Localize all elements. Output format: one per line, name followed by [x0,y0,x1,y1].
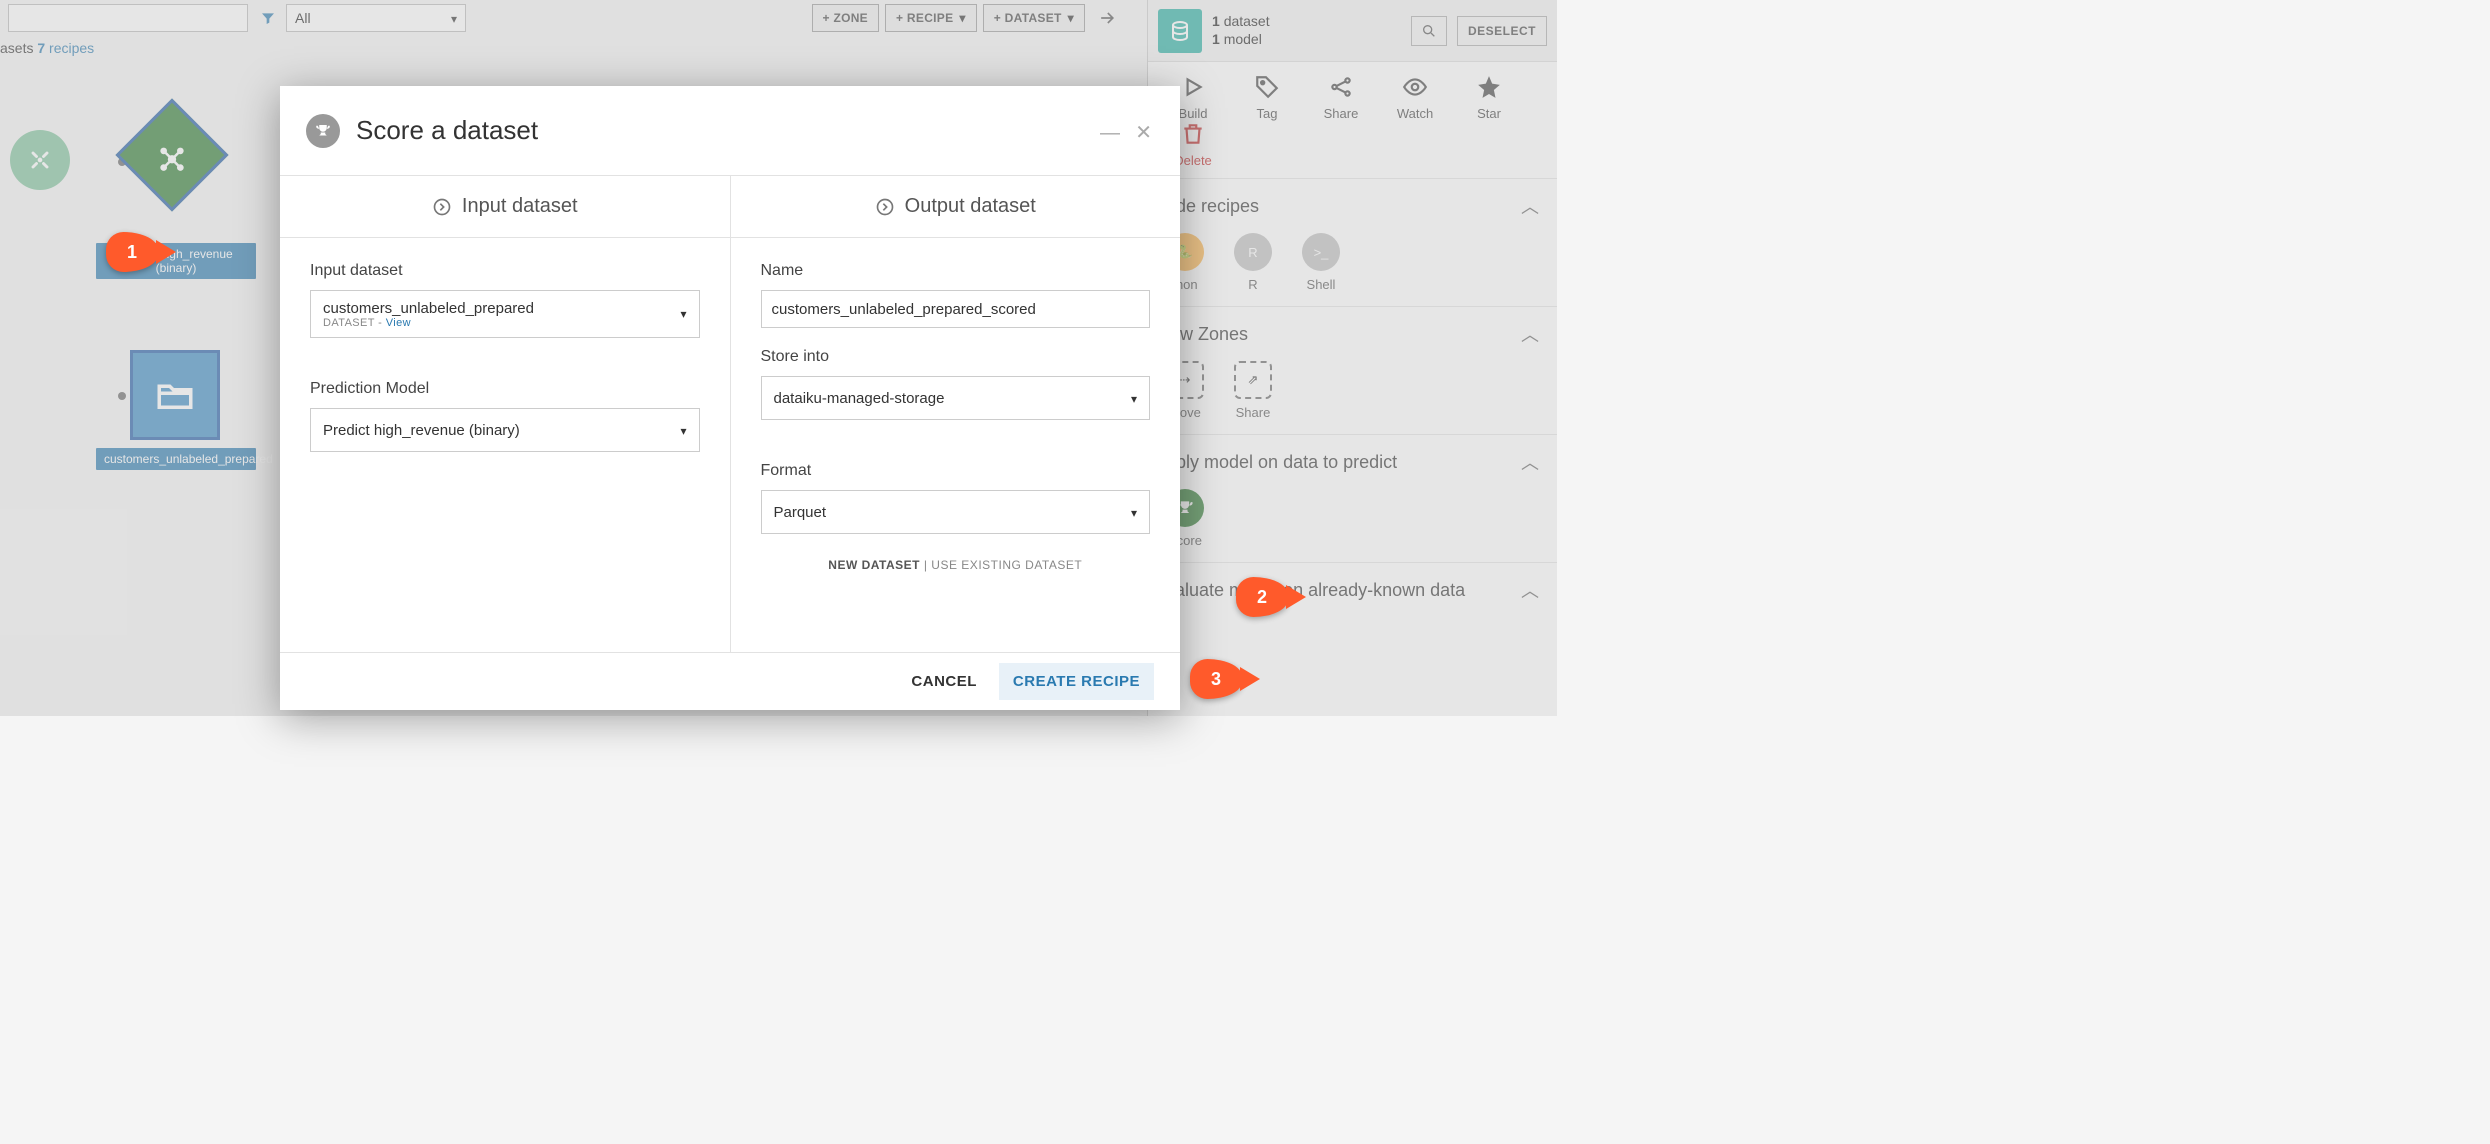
modal-body: Input dataset Input dataset customers_un… [280,176,1180,652]
code-recipes-header[interactable]: ode recipes ︿ [1166,193,1539,219]
output-name-label: Name [761,262,1151,280]
output-column-header: Output dataset [731,176,1181,238]
format-label: Format [761,462,1151,480]
deselect-button[interactable]: DESELECT [1457,16,1547,46]
panel-search-button[interactable] [1411,16,1447,46]
store-into-label: Store into [761,348,1151,366]
trophy-icon [306,114,340,148]
dataset-folder-node[interactable] [130,350,220,440]
flow-counts-bar: asets 7 recipes [0,40,94,56]
panel-toggle-icon[interactable] [1097,8,1117,33]
close-button[interactable]: ✕ [1135,120,1152,145]
view-dataset-link[interactable]: View [386,317,411,329]
right-details-panel: 1 dataset 1 model DESELECT Build Tag Sha… [1147,0,1557,716]
watch-action[interactable]: Watch [1378,74,1452,121]
flow-search-input[interactable] [8,4,248,32]
r-icon: R [1234,233,1272,271]
caret-down-icon [1068,11,1074,25]
tag-action[interactable]: Tag [1230,74,1304,121]
modal-title: Score a dataset [356,115,538,146]
add-zone-button[interactable]: + ZONE [812,4,879,32]
filter-icon[interactable] [256,4,280,32]
store-into-select[interactable]: dataiku-managed-storage [761,376,1151,420]
predict-model-node[interactable] [115,98,228,211]
modal-footer: CANCEL CREATE RECIPE [280,652,1180,710]
flow-zones-section: low Zones ︿ ⇢Move ⇗Share [1148,307,1557,435]
caret-down-icon [680,305,686,322]
input-dataset-select[interactable]: customers_unlabeled_prepared DATASET - V… [310,290,700,338]
selection-counts: 1 dataset 1 model [1212,13,1270,48]
shell-icon: >_ [1302,233,1340,271]
ml-train-node[interactable] [10,130,70,190]
output-name-input[interactable] [761,290,1151,328]
edge-connector [118,392,126,400]
filter-value: All [295,10,311,26]
apply-model-header[interactable]: pply model on data to predict ︿ [1166,449,1539,475]
chevron-up-icon: ︿ [1521,449,1539,475]
chevron-up-icon: ︿ [1521,577,1539,603]
star-action[interactable]: Star [1452,74,1526,121]
new-or-existing-toggle[interactable]: NEW DATASET | USE EXISTING DATASET [761,558,1151,572]
caret-down-icon [1131,504,1137,521]
top-buttons: + ZONE + RECIPE + DATASET [812,4,1086,32]
panel-actions-row: Build Tag Share Watch Star Delete [1148,62,1557,179]
code-recipes-section: ode recipes ︿ 🐍thon RR >_Shell [1148,179,1557,307]
add-dataset-button[interactable]: + DATASET [983,4,1085,32]
apply-model-section: pply model on data to predict ︿ Score [1148,435,1557,563]
score-dataset-modal: Score a dataset — ✕ Input dataset Input … [280,86,1180,710]
caret-down-icon [1131,390,1137,407]
cancel-button[interactable]: CANCEL [911,673,977,690]
shell-recipe-button[interactable]: >_Shell [1302,233,1340,292]
caret-down-icon [451,10,457,26]
flow-zones-header[interactable]: low Zones ︿ [1166,321,1539,347]
output-column: Output dataset Name Store into dataiku-m… [731,176,1181,652]
caret-down-icon [959,11,965,25]
prediction-model-label: Prediction Model [310,380,700,398]
filter-dropdown[interactable]: All [286,4,466,32]
evaluate-model-header[interactable]: valuate model on already-known data ︿ [1166,577,1539,603]
share-zone-icon: ⇗ [1234,361,1272,399]
panel-header: 1 dataset 1 model DESELECT [1148,0,1557,62]
prediction-model-select[interactable]: Predict high_revenue (binary) [310,408,700,452]
input-dataset-label: Input dataset [310,262,700,280]
chevron-up-icon: ︿ [1521,193,1539,219]
share-zone-button[interactable]: ⇗Share [1234,361,1272,420]
format-select[interactable]: Parquet [761,490,1151,534]
input-column: Input dataset Input dataset customers_un… [280,176,731,652]
evaluate-model-section: valuate model on already-known data ︿ [1148,563,1557,617]
add-recipe-button[interactable]: + RECIPE [885,4,977,32]
input-column-header: Input dataset [280,176,730,238]
minimize-button[interactable]: — [1100,122,1120,145]
dataset-node-label: customers_unlabeled_prepared [96,448,256,470]
r-recipe-button[interactable]: RR [1234,233,1272,292]
caret-down-icon [680,422,686,439]
modal-header: Score a dataset — ✕ [280,86,1180,176]
share-action[interactable]: Share [1304,74,1378,121]
chevron-up-icon: ︿ [1521,321,1539,347]
model-icon [132,119,212,199]
selection-icon [1158,9,1202,53]
create-recipe-button[interactable]: CREATE RECIPE [999,663,1154,700]
